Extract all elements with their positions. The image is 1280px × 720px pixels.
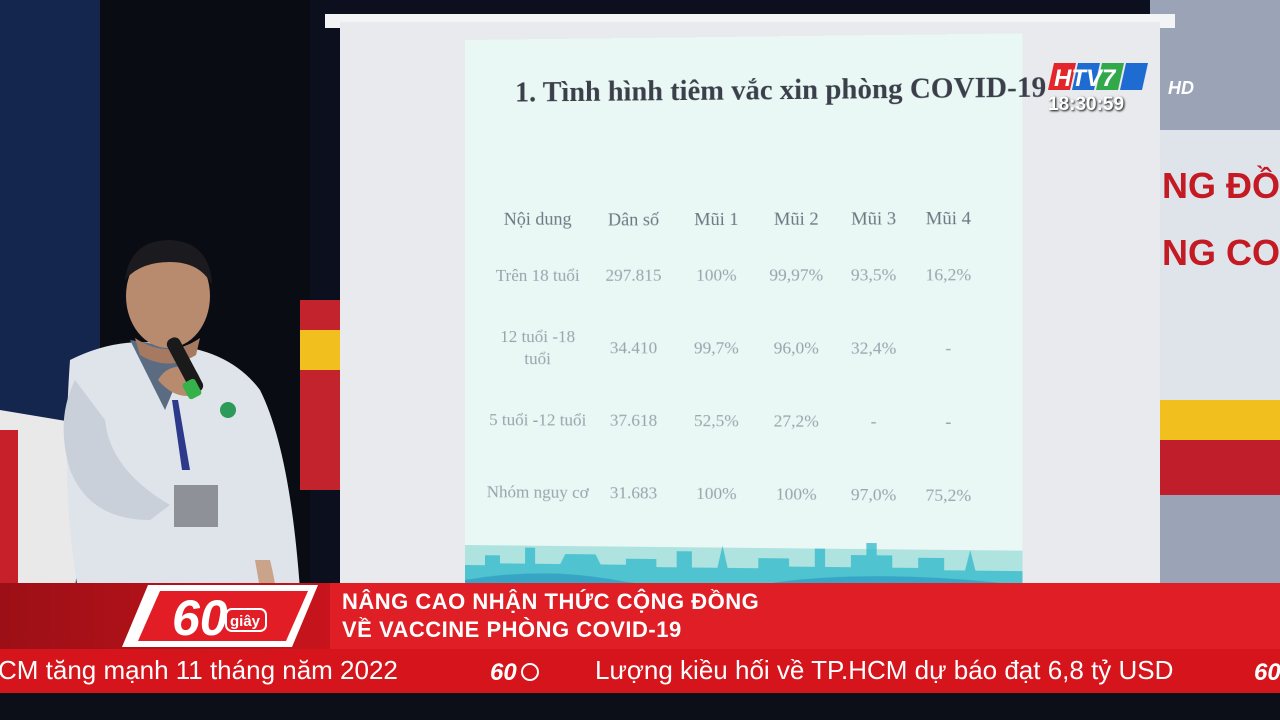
news-ticker: CM tăng mạnh 11 tháng năm 2022 60 Lượng … [0,649,1280,693]
news-headline: NÂNG CAO NHẬN THỨC CỘNG ĐỒNG VỀ VACCINE … [342,588,759,644]
60-logo-number: 60 [172,590,228,646]
headline-line-2: VỀ VACCINE PHÒNG COVID-19 [342,617,682,642]
ticker-item: CM tăng mạnh 11 tháng năm 2022 [0,655,398,685]
video-frame: NG ĐỒNG NG COVID 1. Tình hình tiêm vắc x… [0,0,1280,720]
ticker-separator-logo-icon: 60 [490,659,539,684]
broadcast-clock: 18:30:59 [1048,94,1125,115]
ticker-item: Lượng kiều hối về TP.HCM dự báo đạt 6,8 … [595,655,1174,685]
svg-text:60: 60 [1254,659,1280,684]
htv7-logo-text: HTV7 [1054,65,1117,92]
svg-text:60: 60 [490,659,517,684]
hd-label: HD [1168,78,1194,98]
ticker-separator-logo-icon: 60 [1254,659,1280,684]
60-logo-word: giây [230,613,261,630]
bottom-strip [0,693,1280,720]
60-giay-logo-icon: 60 giây [122,585,318,647]
headline-line-1: NÂNG CAO NHẬN THỨC CỘNG ĐỒNG [342,589,760,614]
